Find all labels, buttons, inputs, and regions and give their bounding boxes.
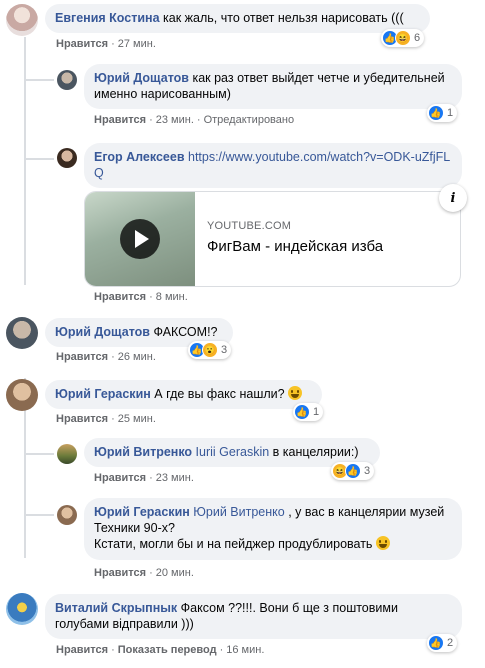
avatar[interactable]	[6, 317, 38, 349]
avatar[interactable]	[57, 70, 77, 90]
timestamp[interactable]: 23 мин.	[156, 472, 194, 484]
avatar[interactable]	[57, 148, 77, 168]
grinning-emoji-icon	[288, 386, 303, 400]
like-button[interactable]: Нравится	[56, 351, 108, 363]
reaction-count: 3	[221, 344, 228, 356]
comment-bubble: Виталий Скрыпнык Факсом ??!!!. Вони б ще…	[45, 594, 462, 639]
avatar[interactable]	[6, 4, 38, 36]
comment-actions: Нравится · 25 мин.	[56, 413, 156, 425]
thread-branch	[24, 514, 54, 516]
comment-actions: Нравится · 26 мин.	[56, 351, 156, 363]
avatar[interactable]	[57, 444, 77, 464]
like-icon: 👍	[428, 105, 444, 121]
comment-bubble: Юрий Гераскин А где вы факс нашли?	[45, 380, 322, 409]
comment-author[interactable]: Юрий Гераскин	[55, 387, 151, 401]
like-button[interactable]: Нравится	[94, 291, 146, 303]
comment-actions: Нравится · 23 мин.	[94, 472, 194, 484]
comment-actions: Нравится · 23 мин. · Отредактировано	[94, 114, 295, 126]
mention-link[interactable]: Iurii Geraskin	[192, 445, 270, 459]
link-preview-card[interactable]: YOUTUBE.COM ФигВам - индейская изба	[84, 191, 461, 287]
timestamp[interactable]: 20 мин.	[156, 567, 194, 579]
timestamp[interactable]: 16 мин.	[226, 644, 264, 656]
timestamp[interactable]: 26 мин.	[118, 351, 156, 363]
comment-bubble: Юрий Дощатов как раз ответ выйдет четче …	[84, 64, 462, 109]
reaction-count: 1	[313, 406, 320, 418]
comment-text: как жаль, что ответ нельзя нарисовать ((…	[159, 11, 404, 25]
comment-actions: Нравится · Показать перевод · 16 мин.	[56, 644, 265, 656]
like-button[interactable]: Нравится	[56, 644, 108, 656]
timestamp[interactable]: 23 мин.	[156, 114, 194, 126]
link-domain: YOUTUBE.COM	[207, 220, 292, 232]
haha-icon: 😆	[395, 30, 411, 46]
like-icon: 👍	[294, 404, 310, 420]
comment-actions: Нравится · 20 мин.	[94, 567, 194, 579]
timestamp[interactable]: 8 мин.	[156, 291, 188, 303]
comment-text-line2: Кстати, могли бы и на пейджер продублиро…	[94, 537, 376, 551]
video-thumbnail[interactable]	[85, 192, 195, 286]
comment-actions: Нравится · 8 мин.	[94, 291, 188, 303]
reaction-summary[interactable]: 😆 👍 3	[331, 462, 375, 480]
thread-line	[24, 37, 26, 285]
link-title[interactable]: ФигВам - индейская изба	[207, 238, 383, 255]
like-button[interactable]: Нравится	[56, 38, 108, 50]
comment-text: ФАКСОМ!?	[150, 325, 218, 339]
reaction-count: 1	[447, 107, 454, 119]
info-icon[interactable]: i	[439, 184, 467, 212]
like-button[interactable]: Нравится	[94, 472, 146, 484]
timestamp[interactable]: 25 мин.	[118, 413, 156, 425]
comment-author[interactable]: Егор Алексеев	[94, 150, 185, 164]
timestamp[interactable]: 27 мин.	[118, 38, 156, 50]
play-icon[interactable]	[120, 219, 160, 259]
like-icon: 👍	[428, 635, 444, 651]
like-icon: 👍	[345, 463, 361, 479]
like-button[interactable]: Нравится	[56, 413, 108, 425]
comment-author[interactable]: Юрий Дощатов	[55, 325, 150, 339]
reaction-summary[interactable]: 👍 1	[293, 403, 324, 421]
comment-text: в канцелярии:)	[269, 445, 359, 459]
reaction-count: 2	[447, 637, 454, 649]
like-button[interactable]: Нравится	[94, 114, 146, 126]
avatar[interactable]	[57, 505, 77, 525]
comment-author[interactable]: Юрий Витренко	[94, 445, 192, 459]
thread-branch	[24, 158, 54, 160]
reaction-summary[interactable]: 👍 😆 6	[381, 29, 425, 47]
comment-author[interactable]: Юрий Дощатов	[94, 71, 189, 85]
reaction-summary[interactable]: 👍 😮 3	[188, 341, 232, 359]
comment-bubble: Егор Алексеев https://www.youtube.com/wa…	[84, 143, 462, 188]
comment-actions: Нравится · 27 мин.	[56, 38, 156, 50]
comment-bubble: Евгения Костина как жаль, что ответ нель…	[45, 4, 430, 33]
comment-author[interactable]: Юрий Гераскин	[94, 505, 190, 519]
reaction-summary[interactable]: 👍 2	[427, 634, 458, 652]
thread-branch	[24, 79, 54, 81]
reaction-count: 3	[364, 465, 371, 477]
grinning-emoji-icon	[375, 536, 390, 550]
thread-branch	[24, 453, 54, 455]
comment-bubble: Юрий Гераскин Юрий Витренко , у вас в ка…	[84, 498, 462, 560]
comment-text: А где вы факс нашли?	[150, 387, 289, 401]
reaction-count: 6	[414, 32, 421, 44]
wow-icon: 😮	[202, 342, 218, 358]
avatar[interactable]	[6, 593, 38, 625]
like-button[interactable]: Нравится	[94, 567, 146, 579]
avatar[interactable]	[6, 379, 38, 411]
mention-link[interactable]: Юрий Витренко	[190, 505, 284, 519]
edited-label: Отредактировано	[203, 114, 295, 126]
translate-button[interactable]: Показать перевод	[118, 644, 217, 656]
comment-author[interactable]: Евгения Костина	[55, 11, 160, 25]
reaction-summary[interactable]: 👍 1	[427, 104, 458, 122]
comment-author[interactable]: Виталий Скрыпнык	[55, 601, 177, 615]
